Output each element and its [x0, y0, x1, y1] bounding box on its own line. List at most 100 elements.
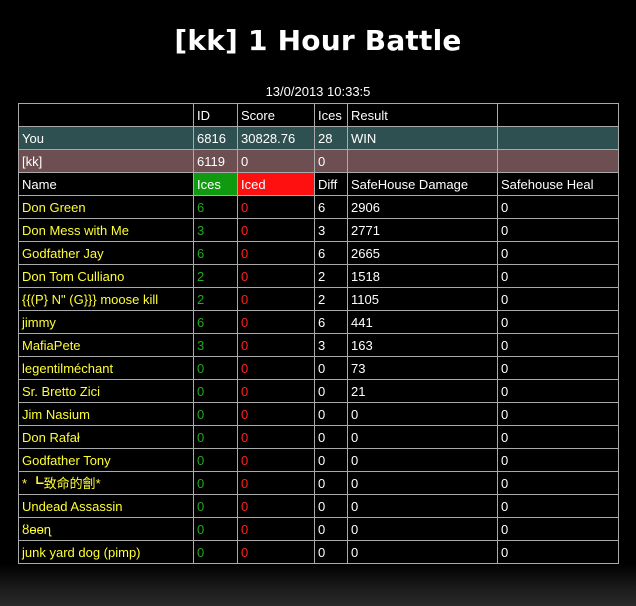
player-ices: 0 [193, 448, 238, 472]
header-iced: Iced [237, 172, 315, 196]
summary-header-result: Result [347, 103, 498, 127]
player-safehouse-damage: 73 [347, 356, 498, 380]
player-safehouse-heal: 0 [497, 310, 619, 334]
player-iced: 0 [237, 310, 315, 334]
you-label: You [18, 126, 194, 150]
you-row: You 6816 30828.76 28 WIN [18, 126, 619, 150]
player-safehouse-heal: 0 [497, 379, 619, 403]
player-header-row: Name Ices Iced Diff SafeHouse Damage Saf… [18, 172, 619, 196]
player-ices: 0 [193, 471, 238, 495]
player-diff: 0 [314, 494, 348, 518]
table-row: Jim Nasium 0 0 0 0 0 [18, 402, 619, 426]
player-safehouse-damage: 2906 [347, 195, 498, 219]
player-iced: 0 [237, 264, 315, 288]
header-name: Name [18, 172, 194, 196]
table-row: Sr. Bretto Zici 0 0 0 21 0 [18, 379, 619, 403]
player-iced: 0 [237, 356, 315, 380]
player-iced: 0 [237, 287, 315, 311]
you-ices: 28 [314, 126, 348, 150]
table-row: {{(P} N" (G}}} moose kill 2 0 2 1105 0 [18, 287, 619, 311]
player-diff: 0 [314, 379, 348, 403]
player-ices: 3 [193, 218, 238, 242]
summary-header-id: ID [193, 103, 238, 127]
player-safehouse-damage: 2771 [347, 218, 498, 242]
table-row: * ┗致命的劊* 0 0 0 0 0 [18, 471, 619, 495]
player-safehouse-damage: 1518 [347, 264, 498, 288]
player-name: {{(P} N" (G}}} moose kill [18, 287, 194, 311]
player-iced: 0 [237, 379, 315, 403]
clan-ices: 0 [314, 149, 348, 173]
player-ices: 0 [193, 540, 238, 564]
player-ices: 3 [193, 333, 238, 357]
you-id: 6816 [193, 126, 238, 150]
player-iced: 0 [237, 448, 315, 472]
player-safehouse-heal: 0 [497, 425, 619, 449]
player-safehouse-heal: 0 [497, 448, 619, 472]
player-safehouse-damage: 2665 [347, 241, 498, 265]
player-name: Sr. Bretto Zici [18, 379, 194, 403]
player-ices: 6 [193, 195, 238, 219]
player-diff: 0 [314, 356, 348, 380]
player-ices: 2 [193, 287, 238, 311]
player-safehouse-damage: 0 [347, 540, 498, 564]
player-name: jimmy [18, 310, 194, 334]
player-ices: 0 [193, 425, 238, 449]
table-row: Don Tom Culliano 2 0 2 1518 0 [18, 264, 619, 288]
player-name: ȣɵɵɳ [18, 517, 194, 541]
summary-header-row: ID Score Ices Result [18, 103, 619, 127]
player-diff: 3 [314, 333, 348, 357]
player-name: legentilméchant [18, 356, 194, 380]
player-diff: 0 [314, 448, 348, 472]
player-iced: 0 [237, 333, 315, 357]
player-diff: 6 [314, 310, 348, 334]
player-safehouse-heal: 0 [497, 264, 619, 288]
player-iced: 0 [237, 241, 315, 265]
table-row: junk yard dog (pimp) 0 0 0 0 0 [18, 540, 619, 564]
battle-results-table: ID Score Ices Result You 6816 30828.76 2… [18, 103, 619, 564]
header-safehouse-heal: Safehouse Heal [497, 172, 619, 196]
player-name: * ┗致命的劊* [18, 471, 194, 495]
table-row: Don Rafał 0 0 0 0 0 [18, 425, 619, 449]
player-safehouse-damage: 0 [347, 494, 498, 518]
player-safehouse-heal: 0 [497, 402, 619, 426]
player-safehouse-heal: 0 [497, 241, 619, 265]
clan-result [347, 149, 498, 173]
player-name: Don Green [18, 195, 194, 219]
player-name: Don Mess with Me [18, 218, 194, 242]
table-row: ȣɵɵɳ 0 0 0 0 0 [18, 517, 619, 541]
player-safehouse-damage: 0 [347, 471, 498, 495]
table-row: legentilméchant 0 0 0 73 0 [18, 356, 619, 380]
player-safehouse-heal: 0 [497, 517, 619, 541]
header-ices: Ices [193, 172, 238, 196]
player-diff: 2 [314, 287, 348, 311]
summary-header-score: Score [237, 103, 315, 127]
player-diff: 3 [314, 218, 348, 242]
header-safehouse-damage: SafeHouse Damage [347, 172, 498, 196]
player-safehouse-heal: 0 [497, 333, 619, 357]
player-name: MafiaPete [18, 333, 194, 357]
player-diff: 0 [314, 402, 348, 426]
player-name: Don Rafał [18, 425, 194, 449]
player-iced: 0 [237, 517, 315, 541]
player-ices: 2 [193, 264, 238, 288]
player-safehouse-heal: 0 [497, 494, 619, 518]
player-diff: 0 [314, 540, 348, 564]
player-safehouse-damage: 0 [347, 517, 498, 541]
player-safehouse-heal: 0 [497, 356, 619, 380]
player-safehouse-heal: 0 [497, 287, 619, 311]
player-diff: 6 [314, 195, 348, 219]
clan-label: [kk] [18, 149, 194, 173]
player-diff: 0 [314, 425, 348, 449]
table-row: Don Green 6 0 6 2906 0 [18, 195, 619, 219]
player-safehouse-damage: 0 [347, 402, 498, 426]
player-ices: 6 [193, 241, 238, 265]
player-ices: 6 [193, 310, 238, 334]
player-iced: 0 [237, 494, 315, 518]
player-ices: 0 [193, 379, 238, 403]
you-blank [497, 126, 619, 150]
player-safehouse-damage: 163 [347, 333, 498, 357]
player-iced: 0 [237, 402, 315, 426]
summary-header-blank [18, 103, 194, 127]
player-iced: 0 [237, 471, 315, 495]
player-iced: 0 [237, 540, 315, 564]
